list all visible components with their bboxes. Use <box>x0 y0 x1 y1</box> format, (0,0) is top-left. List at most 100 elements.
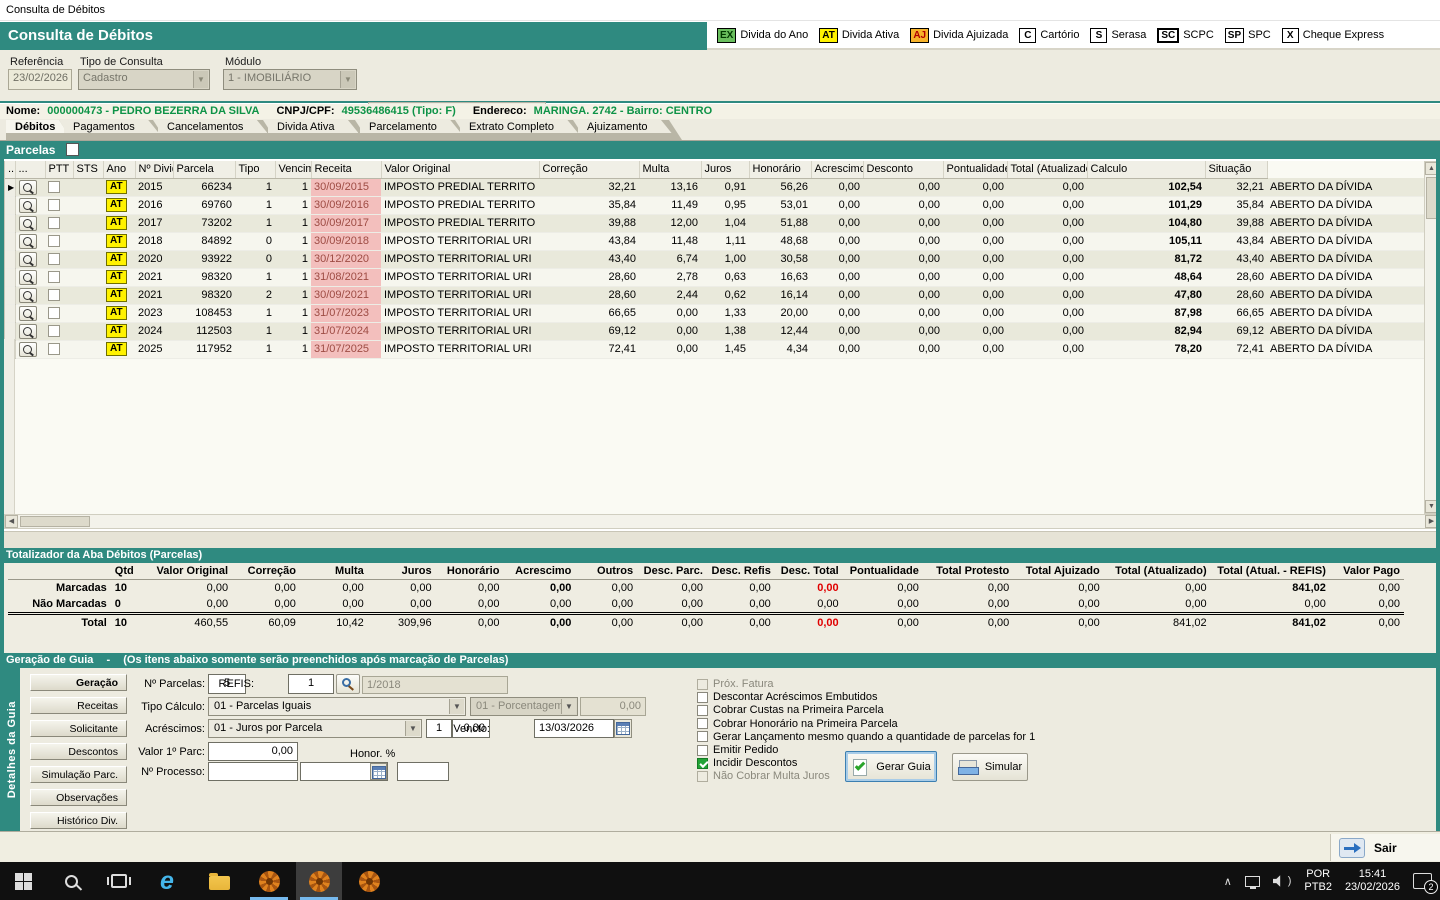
grid-col-acrescimo[interactable]: Acrescimo <box>811 161 863 178</box>
tab-parcelamento[interactable]: Parcelamento <box>360 120 468 140</box>
side-button-historico-div[interactable]: Histórico Div. <box>30 812 127 829</box>
checkbox-emitir-pedido[interactable]: Emitir Pedido <box>697 744 778 756</box>
internet-explorer-button[interactable]: e <box>144 862 190 900</box>
parcelas-checkbox[interactable] <box>66 143 79 156</box>
honor-input[interactable] <box>397 762 449 781</box>
vencto-input[interactable]: 13/03/2026 <box>534 719 614 738</box>
checkbox-prox-fatura[interactable]: Próx. Fatura <box>697 678 774 690</box>
hscroll-thumb[interactable] <box>20 516 90 527</box>
simular-button[interactable]: Simular <box>952 753 1028 781</box>
language-indicator[interactable]: POR PTB2 <box>1304 868 1332 894</box>
processo-input-1[interactable] <box>208 762 298 781</box>
tot-col-total-atualizado: Total (Atualizado) <box>1104 563 1211 580</box>
acrescimo-cell: 0,00 <box>863 268 943 286</box>
grid-col-situacao[interactable]: Situação <box>1205 161 1267 178</box>
magnifier-button[interactable] <box>19 342 37 357</box>
tab-ajuizamento[interactable]: Ajuizamento <box>578 120 682 140</box>
volume-icon[interactable] <box>1273 875 1285 887</box>
row-checkbox[interactable] <box>48 217 60 229</box>
checkbox-nao-cobrar-multa-juros[interactable]: Não Cobrar Multa Juros <box>697 770 830 782</box>
taskbar-search-button[interactable] <box>48 862 94 900</box>
app-window-1-button[interactable] <box>246 862 292 900</box>
magnifier-button[interactable] <box>19 180 37 195</box>
grid-col-receita[interactable]: Receita <box>311 161 381 178</box>
checkbox-incidir-descontos[interactable]: Incidir Descontos <box>697 757 797 769</box>
status-badge: AT <box>106 270 127 284</box>
grid-col-valor-original[interactable]: Valor Original <box>381 161 539 178</box>
grid-col-correcao[interactable]: Correção <box>539 161 639 178</box>
tab-cancelamentos[interactable]: Cancelamentos <box>158 120 276 140</box>
tab-extrato-completo[interactable]: Extrato Completo <box>460 120 586 140</box>
magnifier-button[interactable] <box>19 306 37 321</box>
vencto-calendar-button[interactable] <box>614 719 632 738</box>
row-checkbox[interactable] <box>48 343 60 355</box>
horizontal-scrollbar[interactable]: ◀ ▶ <box>4 514 1439 529</box>
row-checkbox[interactable] <box>48 289 60 301</box>
magnifier-button[interactable] <box>19 198 37 213</box>
side-button-observacoes[interactable]: Observações <box>30 789 127 806</box>
sts-cell: AT <box>103 178 135 196</box>
ano-cell: 2023 <box>135 304 173 322</box>
referencia-field[interactable]: 23/02/2026 <box>8 69 72 90</box>
grid-col-total-atualizado[interactable]: Total (Atualizado) <box>1007 161 1087 178</box>
grid-col-n-divida[interactable]: Nº Divida <box>135 161 173 178</box>
row-checkbox[interactable] <box>48 235 60 247</box>
task-view-button[interactable] <box>96 862 142 900</box>
grid-col-desconto[interactable]: Desconto <box>863 161 943 178</box>
app-window-2-button[interactable] <box>296 862 342 900</box>
tray-chevron-icon[interactable]: ∧ <box>1224 875 1232 888</box>
grid-col-calculo[interactable]: Calculo <box>1087 161 1205 178</box>
magnifier-button[interactable] <box>19 234 37 249</box>
detalhes-da-guia-vertical-tab[interactable]: Detalhes da Guia <box>4 668 20 831</box>
magnifier-button[interactable] <box>19 216 37 231</box>
grid-col-parcela[interactable]: Parcela <box>173 161 235 178</box>
row-checkbox[interactable] <box>48 271 60 283</box>
notification-icon[interactable]: 2 <box>1413 873 1432 889</box>
refis-input[interactable]: 1 <box>288 674 334 694</box>
tab-divida-ativa[interactable]: Divida Ativa <box>268 120 368 140</box>
row-checkbox[interactable] <box>48 199 60 211</box>
row-checkbox[interactable] <box>48 307 60 319</box>
acrescimos-select[interactable]: 01 - Juros por Parcela▼ <box>208 719 422 738</box>
grid-col-ptt[interactable]: PTT <box>45 161 73 178</box>
magnifier-button[interactable] <box>19 288 37 303</box>
grid-col-honorario[interactable]: Honorário <box>749 161 811 178</box>
processo-calc-button[interactable] <box>370 763 387 780</box>
checkbox-cobrar-honorario-na-primeira-parcela[interactable]: Cobrar Honorário na Primeira Parcela <box>697 718 898 730</box>
valor1-input[interactable]: 0,00 <box>208 742 298 761</box>
grid-col-[interactable]: ... <box>15 161 45 178</box>
app-window-3-button[interactable] <box>346 862 392 900</box>
row-checkbox[interactable] <box>48 325 60 337</box>
network-icon[interactable] <box>1245 876 1260 887</box>
modulo-select[interactable]: 1 - IMOBILIÁRIO▼ <box>223 69 357 90</box>
clock[interactable]: 15:41 23/02/2026 <box>1345 868 1400 894</box>
file-explorer-button[interactable] <box>196 862 242 900</box>
magnifier-button[interactable] <box>19 270 37 285</box>
row-checkbox[interactable] <box>48 253 60 265</box>
tipo-calculo-select[interactable]: 01 - Parcelas Iguais▼ <box>208 697 466 716</box>
checkbox-cobrar-custas-na-primeira-parcela[interactable]: Cobrar Custas na Primeira Parcela <box>697 704 884 716</box>
status-badge: AT <box>106 288 127 302</box>
grid-col-vencimento[interactable]: Vencimento <box>275 161 311 178</box>
grid-col-multa[interactable]: Multa <box>639 161 701 178</box>
grid-col-juros[interactable]: Juros <box>701 161 749 178</box>
scroll-left-icon[interactable]: ◀ <box>5 515 18 528</box>
refis-search-button[interactable] <box>336 674 360 694</box>
grid-col-sts[interactable]: STS <box>73 161 103 178</box>
magnifier-button[interactable] <box>19 324 37 339</box>
tipo-consulta-select[interactable]: Cadastro▼ <box>78 69 210 90</box>
start-button[interactable] <box>0 862 46 900</box>
row-checkbox[interactable] <box>48 181 60 193</box>
status-badge: AT <box>106 342 127 356</box>
tab-pagamentos[interactable]: Pagamentos <box>64 120 166 140</box>
grid-col-ano[interactable]: Ano <box>103 161 135 178</box>
gerar-guia-button[interactable]: Gerar Guia <box>845 751 937 782</box>
checkbox-descontar-acrescimos-embutidos[interactable]: Descontar Acréscimos Embutidos <box>697 691 877 703</box>
sair-button[interactable]: Sair <box>1330 834 1440 861</box>
grid-col-pontualidade[interactable]: Pontualidade <box>943 161 1007 178</box>
grid-col-tipo[interactable]: Tipo <box>235 161 275 178</box>
grid-col-[interactable]: ...... <box>5 161 15 178</box>
magnifier-button[interactable] <box>19 252 37 267</box>
tab-debitos[interactable]: Débitos <box>6 120 72 140</box>
checkbox-gerar-lancamento-mesmo-quando-a-quantidade-de-parcelas-for-1[interactable]: Gerar Lançamento mesmo quando a quantida… <box>697 731 1035 743</box>
